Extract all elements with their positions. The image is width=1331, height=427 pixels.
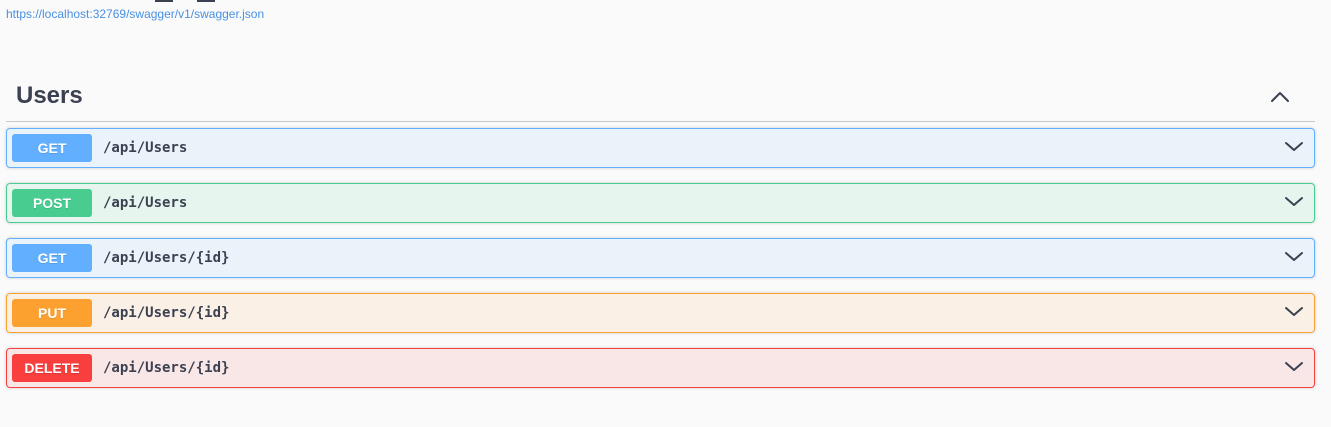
chevron-down-icon[interactable] <box>1284 192 1304 212</box>
method-badge: POST <box>12 189 92 217</box>
tag-title: Users <box>16 82 83 109</box>
operation-path: /api/Users/{id} <box>103 360 230 376</box>
chevron-down-icon[interactable] <box>1284 302 1304 322</box>
operation-delete-user-by-id[interactable]: DELETE /api/Users/{id} <box>6 348 1315 388</box>
tag-section-users: Users GET /api/Users POST /api/Users GET… <box>6 70 1315 388</box>
header-fragment-bar <box>197 0 215 2</box>
operation-path: /api/Users/{id} <box>103 250 230 266</box>
operation-path: /api/Users <box>103 195 188 211</box>
operation-path: /api/Users <box>103 140 188 156</box>
chevron-down-icon[interactable] <box>1284 247 1304 267</box>
chevron-down-icon[interactable] <box>1284 357 1304 377</box>
method-badge: PUT <box>12 299 92 327</box>
operation-path: /api/Users/{id} <box>103 305 230 321</box>
header-fragment <box>155 0 217 3</box>
chevron-down-icon[interactable] <box>1284 137 1304 157</box>
spec-url-link[interactable]: https://localhost:32769/swagger/v1/swagg… <box>6 7 264 21</box>
method-badge: GET <box>12 134 92 162</box>
operation-get-users[interactable]: GET /api/Users <box>6 128 1315 168</box>
method-badge: DELETE <box>12 354 92 382</box>
method-badge: GET <box>12 244 92 272</box>
operation-put-user-by-id[interactable]: PUT /api/Users/{id} <box>6 293 1315 333</box>
chevron-up-icon[interactable] <box>1269 86 1291 108</box>
operation-post-users[interactable]: POST /api/Users <box>6 183 1315 223</box>
operation-get-user-by-id[interactable]: GET /api/Users/{id} <box>6 238 1315 278</box>
tag-header[interactable]: Users <box>6 70 1315 122</box>
header-fragment-bar <box>155 0 173 2</box>
